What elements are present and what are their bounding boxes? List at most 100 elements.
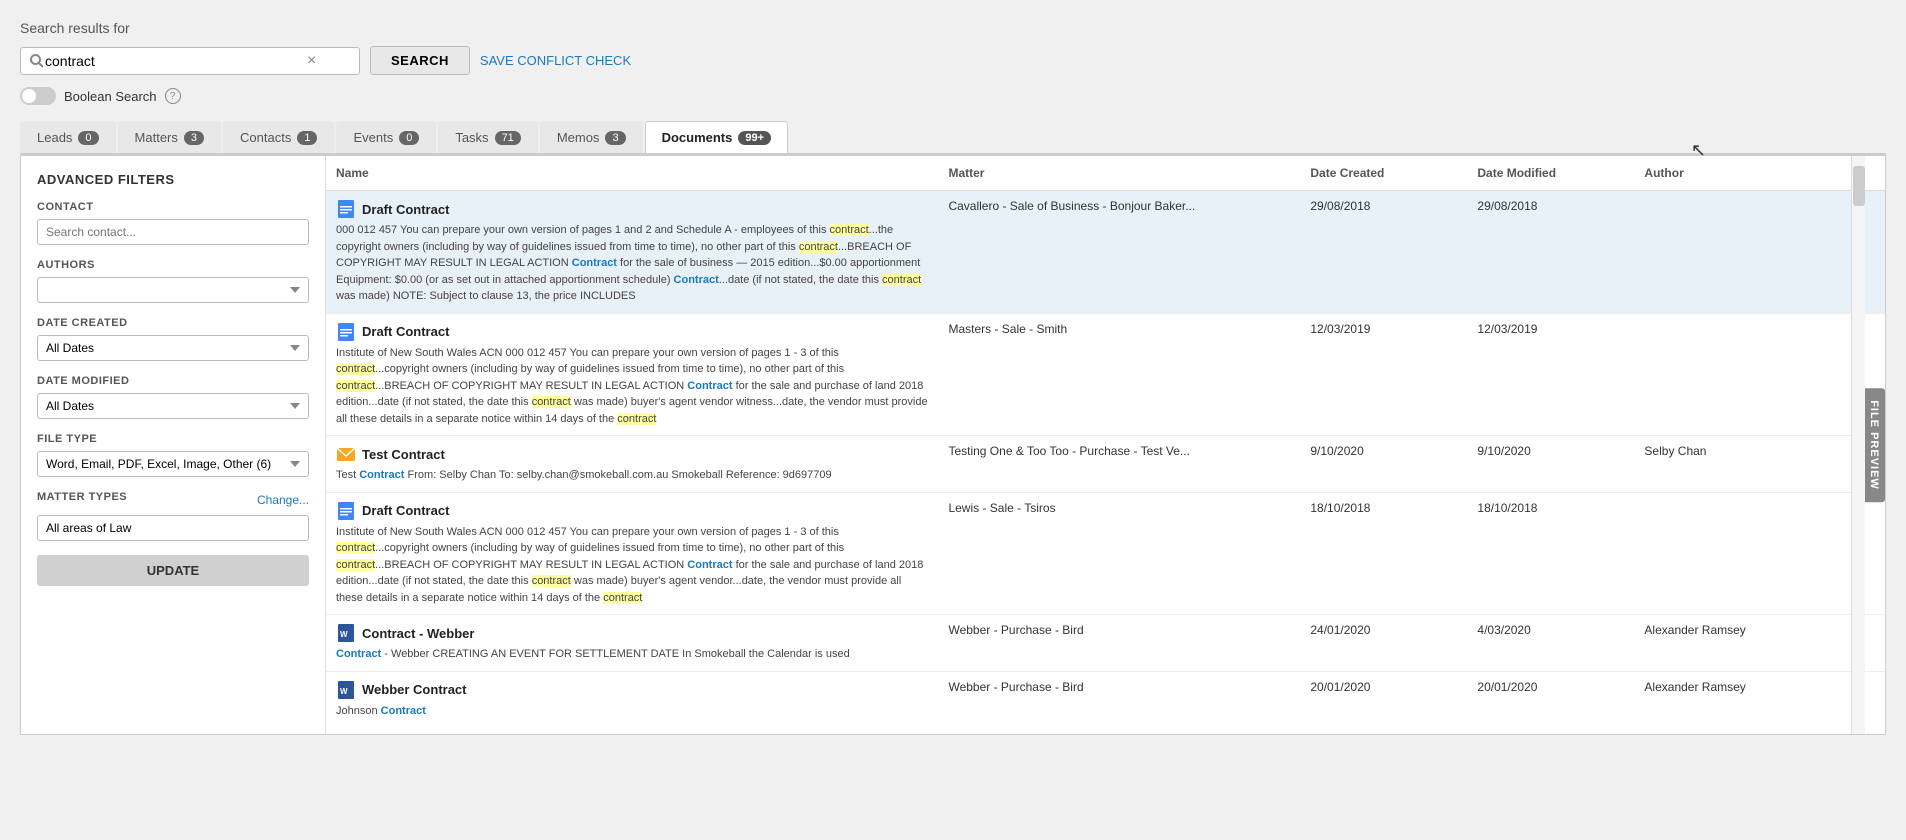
highlight-contract: Contract bbox=[359, 469, 404, 481]
tab-documents-badge: 99+ bbox=[738, 131, 771, 145]
tab-documents[interactable]: Documents 99+ bbox=[645, 121, 788, 153]
boolean-label: Boolean Search bbox=[64, 89, 157, 104]
result-name: Contract - Webber bbox=[362, 626, 474, 641]
tab-matters[interactable]: Matters 3 bbox=[118, 121, 221, 153]
result-matter-cell: Testing One & Too Too - Purchase - Test … bbox=[938, 436, 1300, 493]
date-modified-select[interactable]: All Dates bbox=[37, 393, 309, 419]
result-matter-cell: Webber - Purchase - Bird bbox=[938, 615, 1300, 672]
result-name: Draft Contract bbox=[362, 324, 449, 339]
result-author-cell: Alexander Ramsey bbox=[1634, 615, 1885, 672]
result-name-cell[interactable]: Test Contract Test Contract From: Selby … bbox=[326, 436, 938, 493]
highlight-contract: Contract bbox=[687, 380, 732, 392]
result-name-row: Test Contract bbox=[336, 444, 928, 464]
highlight-contract: contract bbox=[532, 396, 571, 408]
results-scroll[interactable]: Name Matter Date Created Date Modified A… bbox=[326, 156, 1885, 716]
help-icon[interactable]: ? bbox=[165, 88, 181, 104]
matter-types-input[interactable] bbox=[37, 515, 309, 541]
table-row[interactable]: Draft Contract Institute of New South Wa… bbox=[326, 313, 1885, 436]
tab-events-label: Events bbox=[353, 130, 393, 145]
authors-select[interactable] bbox=[37, 277, 309, 303]
col-header-author: Author bbox=[1634, 156, 1885, 191]
file-preview-tab[interactable]: FILE PREVIEW bbox=[1863, 388, 1885, 502]
authors-filter: AUTHORS bbox=[37, 259, 309, 303]
result-name: Test Contract bbox=[362, 447, 445, 462]
email-icon bbox=[336, 444, 356, 464]
highlight-contract: contract bbox=[532, 575, 571, 587]
result-name-cell[interactable]: W Webber Contract Johnson Contract bbox=[326, 671, 938, 716]
table-row[interactable]: Draft Contract 000 012 457 You can prepa… bbox=[326, 191, 1885, 314]
result-date-created-cell: 18/10/2018 bbox=[1300, 492, 1467, 615]
search-icon bbox=[29, 53, 45, 69]
results-table: Name Matter Date Created Date Modified A… bbox=[326, 156, 1885, 716]
boolean-toggle[interactable] bbox=[20, 87, 56, 105]
highlight-contract: contract bbox=[336, 542, 375, 554]
tab-events[interactable]: Events 0 bbox=[336, 121, 436, 153]
clear-button[interactable]: × bbox=[305, 52, 318, 70]
highlight-contract: contract bbox=[617, 413, 656, 425]
result-name-cell[interactable]: Draft Contract Institute of New South Wa… bbox=[326, 492, 938, 615]
result-name-cell[interactable]: W Contract - Webber Contract - Webber CR… bbox=[326, 615, 938, 672]
tab-contacts-badge: 1 bbox=[297, 131, 317, 145]
result-name-row: W Webber Contract bbox=[336, 680, 928, 700]
result-date-modified-cell: 12/03/2019 bbox=[1467, 313, 1634, 436]
matter-types-row: MATTER TYPES Change... bbox=[37, 491, 309, 509]
result-matter-cell: Lewis - Sale - Tsiros bbox=[938, 492, 1300, 615]
change-link[interactable]: Change... bbox=[257, 493, 309, 507]
sidebar: ADVANCED FILTERS CONTACT AUTHORS DATE CR… bbox=[21, 156, 326, 734]
date-created-select[interactable]: All Dates bbox=[37, 335, 309, 361]
toggle-knob bbox=[22, 89, 36, 103]
result-author-cell bbox=[1634, 191, 1885, 314]
tab-memos[interactable]: Memos 3 bbox=[540, 121, 643, 153]
col-header-date-modified: Date Modified bbox=[1467, 156, 1634, 191]
update-button[interactable]: UPDATE bbox=[37, 555, 309, 586]
table-row[interactable]: W Contract - Webber Contract - Webber CR… bbox=[326, 615, 1885, 672]
table-row[interactable]: W Webber Contract Johnson Contract Webbe… bbox=[326, 671, 1885, 716]
file-type-label: FILE TYPE bbox=[37, 433, 309, 445]
result-name-row: Draft Contract bbox=[336, 322, 928, 342]
tab-contacts-label: Contacts bbox=[240, 130, 291, 145]
word-icon: W bbox=[336, 623, 356, 643]
result-snippet: Johnson Contract bbox=[336, 703, 928, 717]
authors-label: AUTHORS bbox=[37, 259, 309, 271]
result-snippet: Contract - Webber CREATING AN EVENT FOR … bbox=[336, 646, 928, 663]
tab-contacts[interactable]: Contacts 1 bbox=[223, 121, 334, 153]
result-name-cell[interactable]: Draft Contract 000 012 457 You can prepa… bbox=[326, 191, 938, 314]
highlight-contract: Contract bbox=[381, 705, 426, 717]
col-header-date-created: Date Created bbox=[1300, 156, 1467, 191]
result-date-modified-cell: 9/10/2020 bbox=[1467, 436, 1634, 493]
result-date-created-cell: 24/01/2020 bbox=[1300, 615, 1467, 672]
save-conflict-button[interactable]: SAVE CONFLICT CHECK bbox=[480, 53, 631, 68]
search-input-wrap: × bbox=[20, 47, 360, 75]
tab-matters-label: Matters bbox=[135, 130, 178, 145]
tab-leads[interactable]: Leads 0 bbox=[20, 121, 116, 153]
table-row[interactable]: Draft Contract Institute of New South Wa… bbox=[326, 492, 1885, 615]
contact-filter: CONTACT bbox=[37, 201, 309, 245]
file-type-filter: FILE TYPE Word, Email, PDF, Excel, Image… bbox=[37, 433, 309, 477]
google-doc-icon bbox=[336, 322, 356, 342]
file-type-select[interactable]: Word, Email, PDF, Excel, Image, Other (6… bbox=[37, 451, 309, 477]
tab-memos-badge: 3 bbox=[605, 131, 625, 145]
highlight-contract: contract bbox=[336, 380, 375, 392]
result-name-cell[interactable]: Draft Contract Institute of New South Wa… bbox=[326, 313, 938, 436]
results-body: Draft Contract 000 012 457 You can prepa… bbox=[326, 191, 1885, 717]
result-date-modified-cell: 29/08/2018 bbox=[1467, 191, 1634, 314]
result-date-modified-cell: 4/03/2020 bbox=[1467, 615, 1634, 672]
google-doc-icon bbox=[336, 501, 356, 521]
contact-input[interactable] bbox=[37, 219, 309, 245]
sidebar-title: ADVANCED FILTERS bbox=[37, 172, 309, 187]
tab-events-badge: 0 bbox=[399, 131, 419, 145]
result-matter-cell: Cavallero - Sale of Business - Bonjour B… bbox=[938, 191, 1300, 314]
highlight-contract: contract bbox=[830, 224, 869, 236]
search-input[interactable] bbox=[45, 53, 305, 69]
highlight-contract: Contract bbox=[674, 274, 719, 286]
boolean-row: Boolean Search ? bbox=[20, 87, 1886, 105]
scroll-thumb bbox=[1853, 166, 1865, 206]
col-header-name: Name bbox=[326, 156, 938, 191]
result-author-cell bbox=[1634, 313, 1885, 436]
tab-tasks[interactable]: Tasks 71 bbox=[438, 121, 537, 153]
search-button[interactable]: SEARCH bbox=[370, 46, 470, 75]
result-date-created-cell: 12/03/2019 bbox=[1300, 313, 1467, 436]
result-name: Draft Contract bbox=[362, 503, 449, 518]
table-row[interactable]: Test Contract Test Contract From: Selby … bbox=[326, 436, 1885, 493]
tab-documents-label: Documents bbox=[662, 130, 733, 145]
